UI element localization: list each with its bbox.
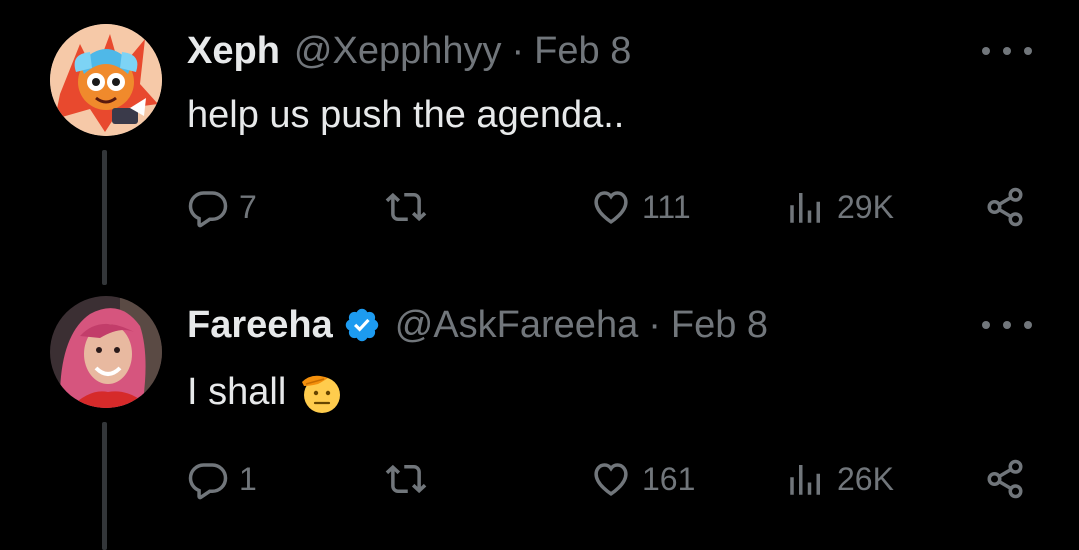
like-button[interactable]: 161	[590, 454, 695, 504]
share-icon	[987, 187, 1023, 227]
dot	[1024, 321, 1032, 329]
more-options-icon[interactable]	[982, 36, 1032, 66]
dot	[1003, 321, 1011, 329]
views-icon	[790, 193, 820, 223]
tweet-text-content: help us push the agenda..	[187, 93, 625, 136]
heart-icon	[594, 463, 628, 496]
views-count: 29K	[837, 188, 894, 225]
dot	[1024, 47, 1032, 55]
display-name[interactable]: Xeph	[187, 30, 280, 73]
views-count: 26K	[837, 460, 894, 497]
cartoon-avatar-image	[50, 24, 162, 136]
handle[interactable]: @AskFareeha	[395, 304, 638, 347]
reply-icon	[188, 463, 228, 500]
dot	[1003, 47, 1011, 55]
tweet-header: Xeph @Xepphhyy · Feb 8	[187, 26, 631, 76]
timestamp[interactable]: Feb 8	[534, 30, 631, 73]
display-name[interactable]: Fareeha	[187, 304, 333, 347]
reply-button[interactable]: 7	[187, 182, 257, 232]
tweet-text-content: I shall	[187, 370, 287, 413]
avatar[interactable]	[50, 296, 162, 408]
tweet-text: I shall	[187, 364, 346, 420]
action-bar: 1 161 26K	[0, 454, 1079, 504]
dot	[982, 47, 990, 55]
reply-icon	[188, 191, 228, 228]
like-count: 111	[642, 188, 691, 225]
share-icon	[987, 459, 1023, 499]
like-button[interactable]: 111	[590, 182, 691, 232]
views-button[interactable]: 29K	[785, 182, 894, 232]
views-icon	[790, 465, 820, 495]
photo-avatar-image	[50, 296, 162, 408]
reply-count: 1	[239, 460, 257, 497]
more-options-icon[interactable]	[982, 310, 1032, 340]
saluting-face-emoji-icon	[302, 375, 341, 413]
tweet-header: Fareeha @AskFareeha · Feb 8	[187, 300, 768, 350]
tweet[interactable]: Xeph @Xepphhyy · Feb 8 help us push the …	[0, 0, 1079, 285]
action-bar: 7 111 29K	[0, 182, 1079, 232]
reply-button[interactable]: 1	[187, 454, 257, 504]
verified-badge-icon[interactable]	[343, 306, 381, 344]
heart-icon	[594, 191, 628, 224]
retweet-icon	[385, 464, 427, 494]
tweet[interactable]: Fareeha @AskFareeha · Feb 8 I shall 1 16…	[0, 282, 1079, 550]
dot	[982, 321, 990, 329]
share-button[interactable]	[984, 182, 1026, 232]
handle[interactable]: @Xepphhyy	[294, 30, 502, 73]
reply-count: 7	[239, 188, 257, 225]
separator: ·	[511, 29, 525, 72]
share-button[interactable]	[984, 454, 1026, 504]
retweet-button[interactable]	[385, 182, 427, 232]
retweet-icon	[385, 192, 427, 222]
avatar[interactable]	[50, 24, 162, 136]
tweet-text: help us push the agenda..	[187, 90, 624, 140]
views-button[interactable]: 26K	[785, 454, 894, 504]
retweet-button[interactable]	[385, 454, 427, 504]
separator: ·	[648, 303, 661, 346]
timestamp[interactable]: Feb 8	[671, 304, 768, 347]
like-count: 161	[642, 460, 696, 497]
